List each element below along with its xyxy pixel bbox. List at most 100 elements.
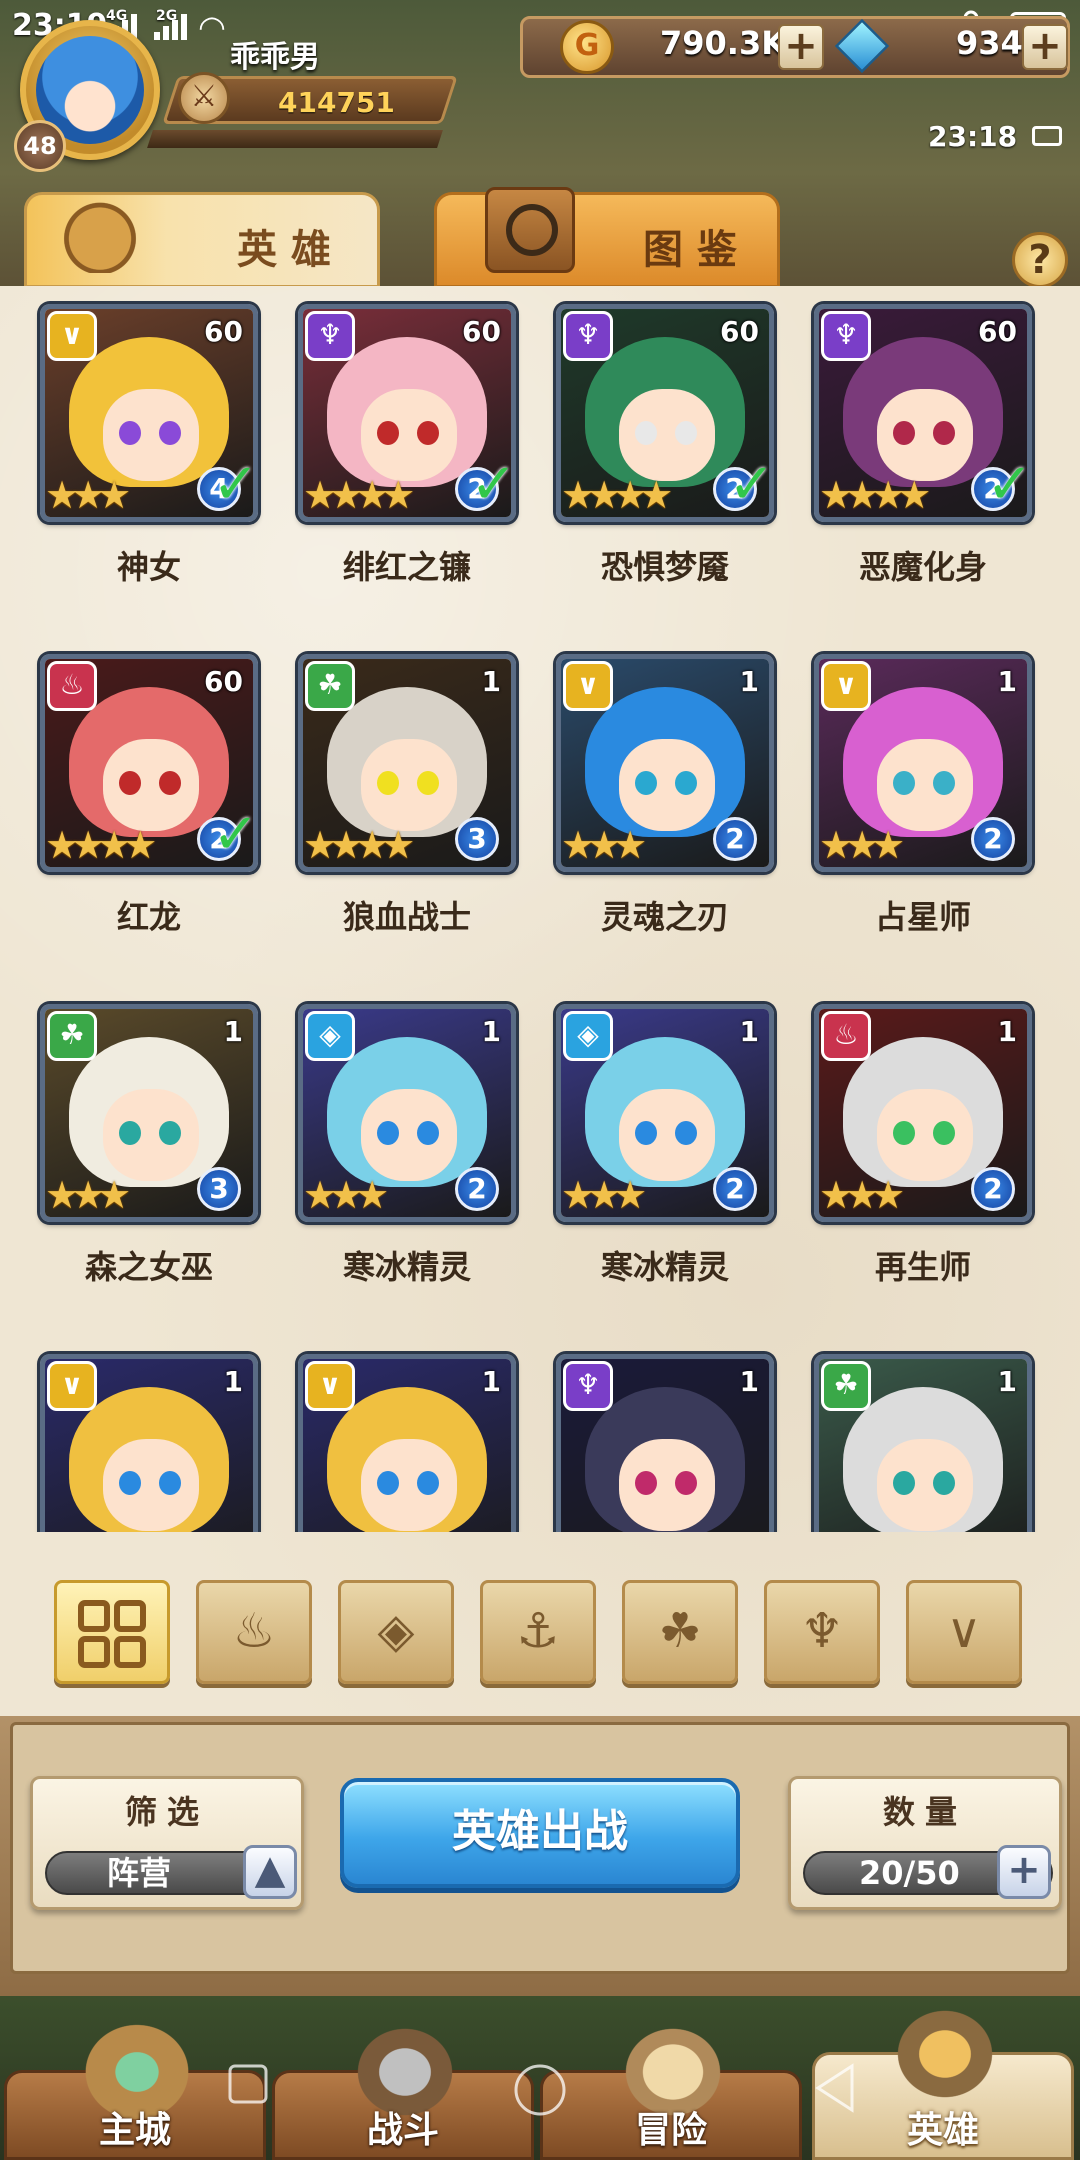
portrait-face <box>361 1089 457 1181</box>
help-button[interactable]: ? <box>1012 232 1068 288</box>
hero-portrait: ∨ 1 <box>298 1354 516 1532</box>
filter-box[interactable]: 筛选 阵营 ▲ <box>30 1776 304 1910</box>
fire-faction-icon: ♨ <box>47 661 97 711</box>
deployed-check-icon: ✓ <box>212 802 258 867</box>
portrait-eye <box>635 1121 657 1145</box>
add-gold-button[interactable]: + <box>778 24 824 70</box>
tab-codex[interactable]: 图鉴 <box>434 187 780 288</box>
system-back-icon[interactable] <box>812 2062 858 2114</box>
deployed-check-icon: ✓ <box>212 452 258 517</box>
portrait-eye <box>417 1121 439 1145</box>
hero-name: 占星师 <box>874 898 971 936</box>
filter-dropdown-button[interactable]: ▲ <box>243 1845 297 1899</box>
hero-name: 寒冰精灵 <box>342 1248 471 1286</box>
player-strip <box>147 130 443 148</box>
portrait-eye <box>417 1471 439 1495</box>
portrait-eye <box>933 771 955 795</box>
hero-stars: ★★★★ <box>819 473 931 517</box>
count-box: 数量 20/50 + <box>788 1776 1062 1910</box>
portrait-eye <box>635 421 657 445</box>
fire-faction-icon: ♨ <box>821 1011 871 1061</box>
system-home-icon[interactable] <box>512 2062 568 2118</box>
hero-name: 森之女巫 <box>84 1248 213 1286</box>
bottom-controls: 筛选 阵营 ▲ 英雄出战 数量 20/50 + <box>0 1716 1080 1996</box>
deployed-check-icon: ✓ <box>986 452 1032 517</box>
hero-name: 恐惧梦魇 <box>600 548 729 586</box>
hero-portrait: ◈ 1 ★★★ 2 <box>298 1004 516 1222</box>
portrait-eye <box>159 1121 181 1145</box>
hero-level: 60 <box>720 315 759 348</box>
portrait-face <box>877 739 973 831</box>
hero-level: 1 <box>481 1015 501 1048</box>
hero-stars: ★★★★ <box>303 823 415 867</box>
filter-anchor-button[interactable]: ⚓ <box>480 1580 596 1684</box>
gold-value: 790.3K <box>660 24 787 62</box>
portrait-face <box>619 739 715 831</box>
portrait-face <box>619 1439 715 1531</box>
portrait-eye <box>159 1471 181 1495</box>
anchor-icon: ⚓ <box>516 1603 560 1659</box>
portrait-face <box>877 389 973 481</box>
hero-portrait: ☘ 1 <box>814 1354 1032 1532</box>
gold-coin-icon: G <box>560 20 614 74</box>
nav-adventure[interactable]: 冒险 <box>540 2017 802 2160</box>
beast-faction-icon: ☘ <box>305 661 355 711</box>
gem-value: 934 <box>956 24 1023 62</box>
expand-slots-button[interactable]: + <box>997 1845 1051 1899</box>
portrait-eye <box>893 421 915 445</box>
heroes-helmet-icon <box>885 1999 1005 2109</box>
tab-codex-label: 图鉴 <box>643 227 751 273</box>
hero-name: 狼血战士 <box>342 898 471 936</box>
portrait-face <box>361 1439 457 1531</box>
nav-battle-label: 战斗 <box>366 2110 439 2151</box>
hero-stars: ★★★★ <box>45 823 157 867</box>
water-faction-icon: ◈ <box>563 1011 613 1061</box>
player-panel[interactable]: ⚔ 414751 乖乖男 48 <box>0 0 460 172</box>
deploy-heroes-button[interactable]: 英雄出战 <box>340 1778 740 1888</box>
portrait-eye <box>377 1121 399 1145</box>
filter-all-button[interactable] <box>54 1580 170 1684</box>
nav-battle[interactable]: 战斗 <box>272 2017 534 2160</box>
portrait-eye <box>893 1471 915 1495</box>
portrait-face <box>619 389 715 481</box>
deployed-check-icon: ✓ <box>728 452 774 517</box>
hero-portrait: ∨ 1 <box>40 1354 258 1532</box>
filter-fire-button[interactable]: ♨ <box>196 1580 312 1684</box>
hero-portrait: ∨ 60 ★★★ 4 ✓ <box>40 304 258 522</box>
hero-level: 1 <box>481 1365 501 1398</box>
dark-faction-icon: ♆ <box>821 311 871 361</box>
crossed-swords-icon: ⚔ <box>178 72 230 124</box>
tab-heroes[interactable]: 英雄 <box>24 187 380 288</box>
portrait-eye <box>893 771 915 795</box>
hero-name: 神女 <box>116 548 181 586</box>
portrait-face <box>361 389 457 481</box>
filter-light-button[interactable]: ∨ <box>906 1580 1022 1684</box>
filter-water-button[interactable]: ◈ <box>338 1580 454 1684</box>
hero-stars: ★★★★ <box>561 473 673 517</box>
portrait-eye <box>933 421 955 445</box>
hero-portrait: ♨ 1 ★★★ 2 <box>814 1004 1032 1222</box>
nav-city-label: 主城 <box>98 2110 171 2151</box>
dark-faction-icon: ♆ <box>563 311 613 361</box>
hero-portrait: ☘ 1 ★★★ 3 <box>40 1004 258 1222</box>
filter-beast-button[interactable]: ☘ <box>622 1580 738 1684</box>
light-faction-icon: ∨ <box>821 661 871 711</box>
hero-name: 绯红之镰 <box>342 548 471 586</box>
filter-dark-button[interactable]: ♆ <box>764 1580 880 1684</box>
hero-stars: ★★★ <box>45 473 131 517</box>
nav-adventure-label: 冒险 <box>634 2110 707 2151</box>
system-recent-icon[interactable] <box>226 2062 270 2106</box>
hero-rank-badge: 2 <box>971 1167 1015 1211</box>
hero-portrait: ♆ 60 ★★★★ 2 ✓ <box>556 304 774 522</box>
hero-stars: ★★★★ <box>303 473 415 517</box>
helmet-icon <box>55 187 145 273</box>
hero-portrait: ♆ 1 <box>556 1354 774 1532</box>
magnifier-icon <box>485 187 575 273</box>
hero-name: 恶魔化身 <box>858 548 987 586</box>
add-gem-button[interactable]: + <box>1022 24 1068 70</box>
light-faction-icon: ∨ <box>563 661 613 711</box>
hero-stars: ★★★ <box>819 823 905 867</box>
hero-rank-badge: 2 <box>971 817 1015 861</box>
hero-level: 1 <box>997 1365 1017 1398</box>
hero-grid[interactable]: ∨ 60 ★★★ 4 ✓ 神女 ♆ 60 ★★★★ 2 ✓ 绯红之镰 ♆ 60 ★★★★ 2 ✓ 恐惧梦魇 ♆ 60 ★… <box>0 300 1080 1532</box>
